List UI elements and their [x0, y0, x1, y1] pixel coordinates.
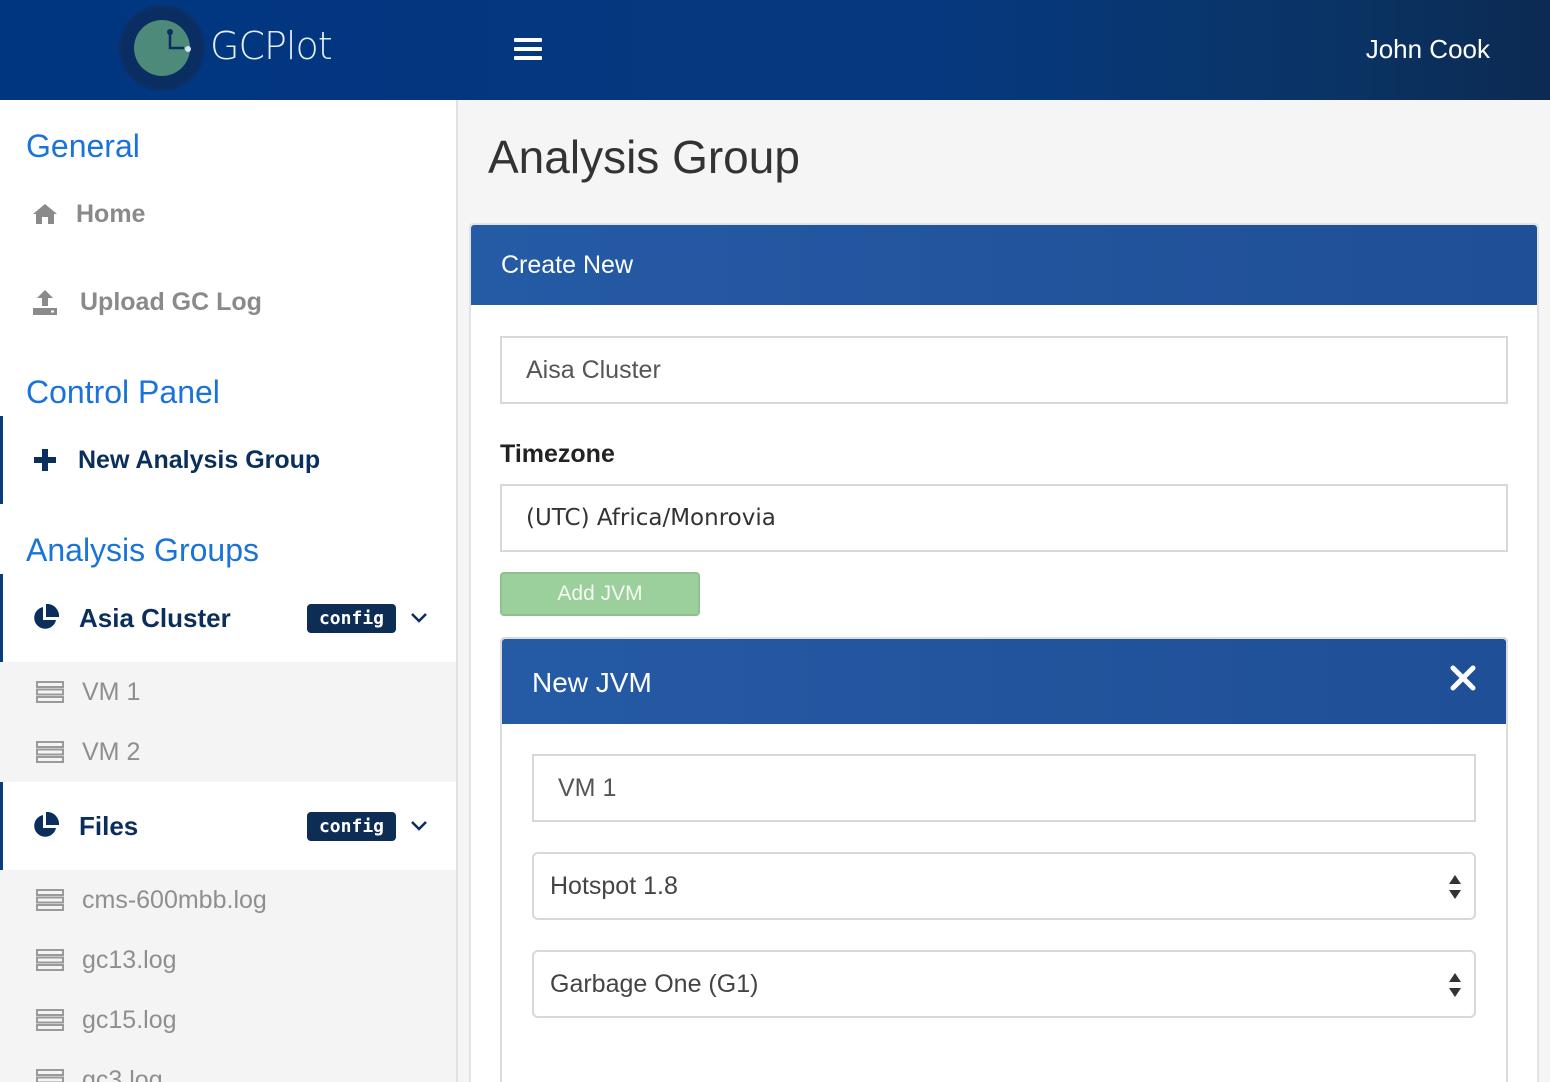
chevron-down-icon[interactable] [410, 817, 432, 836]
analysis-group-asia-cluster[interactable]: Asia Cluster config [0, 574, 456, 662]
analysis-group-items: cms-600mbb.log gc13.log gc15.log gc3.log [0, 870, 456, 1082]
pie-chart-icon [31, 604, 63, 632]
list-item-cms-600mbb-log[interactable]: cms-600mbb.log [0, 870, 456, 930]
timezone-input[interactable]: (UTC) Africa/Monrovia [500, 484, 1508, 552]
sidebar-section-general: General [26, 128, 140, 164]
gc-type-value: Garbage One (G1) [550, 969, 759, 998]
brand-name[interactable]: GCPlot [210, 24, 333, 68]
chevron-down-icon[interactable] [410, 609, 432, 628]
select-arrows-icon [1448, 874, 1462, 907]
sidebar-item-upload-gc-log[interactable]: Upload GC Log [0, 272, 456, 332]
upload-icon [30, 288, 60, 316]
panel-title: Create New [471, 225, 1537, 305]
server-icon [36, 1069, 64, 1082]
analysis-group-items: VM 1 VM 2 [0, 662, 456, 782]
list-item-gc13-log[interactable]: gc13.log [0, 930, 456, 990]
sidebar-item-label: New Analysis Group [78, 445, 321, 474]
server-icon [36, 741, 64, 763]
list-item-label: VM 1 [82, 677, 141, 706]
home-icon [30, 203, 60, 225]
add-jvm-button[interactable]: Add JVM [500, 572, 700, 616]
list-item-vm-1[interactable]: VM 1 [0, 662, 456, 722]
list-item-gc15-log[interactable]: gc15.log [0, 990, 456, 1050]
select-arrows-icon [1448, 972, 1462, 1005]
sidebar-item-new-analysis-group[interactable]: New Analysis Group [0, 416, 456, 504]
user-name[interactable]: John Cook [1366, 34, 1490, 65]
list-item-label: gc3.log [82, 1065, 163, 1082]
list-item-label: cms-600mbb.log [82, 885, 267, 914]
gc-type-select[interactable]: Garbage One (G1) [532, 950, 1476, 1018]
top-navbar: GCPlot John Cook [0, 0, 1550, 100]
analysis-group-files[interactable]: Files config [0, 782, 456, 870]
gcplot-logo-icon[interactable] [122, 8, 202, 88]
jvm-panel-title: New JVM [532, 667, 652, 698]
sidebar-section-control-panel: Control Panel [26, 374, 220, 410]
jvm-panel-header: New JVM [502, 639, 1506, 724]
list-item-label: gc13.log [82, 945, 177, 974]
analysis-group-name: Asia Cluster [79, 602, 231, 633]
close-icon[interactable] [1450, 665, 1476, 691]
list-item-label: VM 2 [82, 737, 141, 766]
timezone-label: Timezone [500, 440, 615, 468]
hamburger-menu-icon[interactable] [514, 38, 542, 62]
server-icon [36, 681, 64, 703]
jvm-version-value: Hotspot 1.8 [550, 871, 678, 900]
list-item-vm-2[interactable]: VM 2 [0, 722, 456, 782]
sidebar-item-label: Upload GC Log [80, 287, 262, 316]
sidebar-item-home[interactable]: Home [0, 184, 456, 244]
config-badge[interactable]: config [306, 811, 396, 841]
jvm-version-select[interactable]: Hotspot 1.8 [532, 852, 1476, 920]
group-name-input[interactable]: Aisa Cluster [500, 336, 1508, 404]
server-icon [36, 1009, 64, 1031]
sidebar-item-label: Home [76, 199, 146, 228]
pie-chart-icon [31, 812, 63, 840]
page-title: Analysis Group [488, 131, 800, 183]
analysis-group-name: Files [79, 810, 139, 841]
list-item-gc3-log[interactable]: gc3.log [0, 1050, 456, 1082]
plus-icon [30, 449, 60, 471]
server-icon [36, 889, 64, 911]
config-badge[interactable]: config [306, 603, 396, 633]
list-item-label: gc15.log [82, 1005, 177, 1034]
sidebar-section-analysis-groups: Analysis Groups [26, 532, 259, 568]
jvm-name-input[interactable]: VM 1 [532, 754, 1476, 822]
server-icon [36, 949, 64, 971]
sidebar: General Home Upload GC Log Control Panel… [0, 100, 458, 1082]
